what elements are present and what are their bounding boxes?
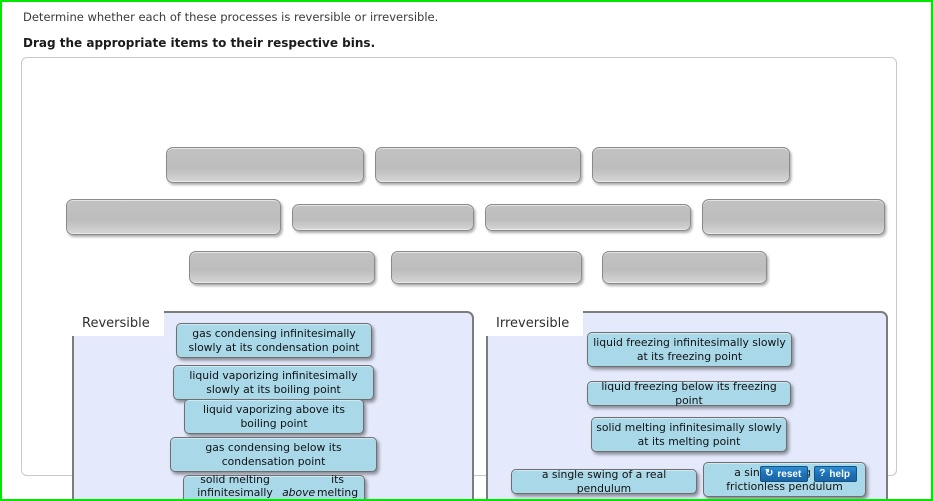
draggable-item[interactable]: liquid vaporizing above its boiling poin…	[184, 399, 364, 434]
draggable-item[interactable]: gas condensing infinitesimally slowly at…	[176, 323, 372, 358]
empty-drag-slot[interactable]	[189, 251, 375, 284]
activity-panel: Reversible gas condensing infinitesimally…	[21, 57, 897, 499]
draggable-item[interactable]: liquid vaporizing infinitesimally slowly…	[173, 365, 374, 400]
help-button-label: help	[829, 468, 850, 480]
empty-drag-slot[interactable]	[702, 199, 885, 235]
prompt-question: Determine whether each of these processe…	[23, 10, 439, 24]
empty-drag-slot[interactable]	[375, 147, 581, 183]
draggable-item[interactable]: liquid freezing below its freezing point	[587, 380, 791, 407]
button-bar: ↺ reset ? help	[760, 466, 857, 482]
empty-drag-slot[interactable]	[391, 251, 582, 284]
empty-drag-slot[interactable]	[292, 204, 474, 231]
draggable-item[interactable]: a single swing of a real pendulum	[511, 468, 697, 495]
reset-button-label: reset	[777, 468, 802, 480]
reset-button[interactable]: ↺ reset	[760, 466, 809, 482]
draggable-item[interactable]: liquid freezing infinitesimally slowly a…	[587, 332, 792, 367]
prompt-instruction: Drag the appropriate items to their resp…	[23, 36, 376, 50]
bin-label-reversible: Reversible	[72, 311, 164, 336]
empty-drag-slot[interactable]	[602, 251, 767, 284]
exercise-page: Determine whether each of these processe…	[0, 0, 933, 501]
reset-arrow-icon: ↺	[765, 468, 774, 479]
bin-label-irreversible: Irreversible	[486, 311, 584, 336]
empty-drag-slot[interactable]	[485, 204, 691, 231]
bin-reversible[interactable]: Reversible gas condensing infinitesimally…	[72, 311, 474, 499]
empty-drag-slot[interactable]	[166, 147, 364, 183]
draggable-item[interactable]: solid melting infinitesimally slowly abo…	[183, 473, 365, 499]
draggable-item[interactable]: solid melting infinitesimally slowly at …	[591, 417, 787, 452]
question-mark-icon: ?	[819, 468, 826, 479]
help-button[interactable]: ? help	[814, 466, 857, 482]
empty-drag-slot[interactable]	[66, 199, 281, 235]
draggable-item[interactable]: gas condensing below its condensation po…	[170, 437, 377, 472]
empty-drag-slot[interactable]	[592, 147, 790, 183]
